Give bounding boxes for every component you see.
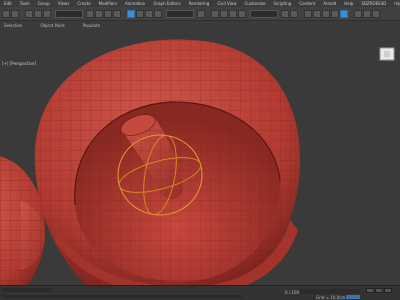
- time-slider-label: 0 / 100: [285, 290, 300, 295]
- angle-snap-icon[interactable]: [220, 9, 228, 18]
- ribbon-tab-selection[interactable]: Selection: [4, 23, 22, 28]
- play-forward-icon[interactable]: [384, 288, 392, 293]
- menu-modifiers[interactable]: Modifiers: [95, 1, 121, 6]
- menu-sdzroee4d[interactable]: SDZROEE4D: [357, 1, 390, 6]
- maxscript-listener[interactable]: [2, 288, 52, 292]
- schematic-icon[interactable]: [331, 9, 339, 18]
- play-back-icon[interactable]: [366, 288, 374, 293]
- snap-icon[interactable]: [211, 9, 219, 18]
- menu-create[interactable]: Create: [73, 1, 94, 6]
- bind-icon[interactable]: [43, 9, 51, 18]
- menu-content[interactable]: Content: [295, 1, 319, 6]
- layer-icon[interactable]: [304, 9, 312, 18]
- time-slider-track[interactable]: [2, 295, 242, 298]
- redo-icon[interactable]: [11, 9, 19, 18]
- perspective-viewport[interactable]: [+] [Perspective]: [0, 30, 400, 285]
- rotate-icon[interactable]: [136, 9, 144, 18]
- menu-customize[interactable]: Customize: [241, 1, 270, 6]
- mirror-icon[interactable]: [281, 9, 289, 18]
- menu-help[interactable]: Help: [340, 1, 357, 6]
- menu-rendering[interactable]: Rendering: [185, 1, 213, 6]
- add-time-tag-button[interactable]: [346, 295, 360, 299]
- grid-label: Grid = 10.0cm: [316, 295, 346, 300]
- graphite-icon[interactable]: [313, 9, 321, 18]
- viewport-label[interactable]: [+] [Perspective]: [2, 61, 36, 66]
- place-icon[interactable]: [154, 9, 162, 18]
- pivot-icon[interactable]: [197, 9, 205, 18]
- main-toolbar: [0, 7, 400, 21]
- link-icon[interactable]: [25, 9, 33, 18]
- render-setup-icon[interactable]: [354, 9, 362, 18]
- unlink-icon[interactable]: [34, 9, 42, 18]
- undo-icon[interactable]: [2, 9, 10, 18]
- menu-bar: Edit Tools Group Views Create Modifiers …: [0, 0, 400, 7]
- percent-snap-icon[interactable]: [229, 9, 237, 18]
- scale-icon[interactable]: [145, 9, 153, 18]
- menu-arnold[interactable]: Arnold: [319, 1, 340, 6]
- menu-scripting[interactable]: Scripting: [270, 1, 296, 6]
- render-frame-icon[interactable]: [363, 9, 371, 18]
- named-selection-dropdown[interactable]: [250, 9, 278, 18]
- viewcube-icon[interactable]: [379, 47, 395, 61]
- menu-civil-view[interactable]: Civil View: [213, 1, 240, 6]
- move-icon[interactable]: [127, 9, 135, 18]
- menu-tools[interactable]: Tools: [16, 1, 34, 6]
- play-icon[interactable]: [375, 288, 383, 293]
- curve-editor-icon[interactable]: [322, 9, 330, 18]
- selection-filter-dropdown[interactable]: [55, 9, 83, 18]
- menu-views[interactable]: Views: [54, 1, 74, 6]
- status-bar: 0 / 100 Grid = 10.0cm: [0, 285, 400, 300]
- ribbon-tab-object-paint[interactable]: Object Paint: [40, 23, 64, 28]
- coordinate-display[interactable]: [300, 289, 360, 294]
- menu-graph-editors[interactable]: Graph Editors: [149, 1, 184, 6]
- ribbon-tab-populate[interactable]: Populate: [83, 23, 100, 28]
- ribbon-tabs: Selection Object Paint Populate: [0, 21, 400, 30]
- viewport-scene: [0, 39, 395, 285]
- select-by-name-icon[interactable]: [95, 9, 103, 18]
- select-icon[interactable]: [86, 9, 94, 18]
- menu-animation[interactable]: Animation: [121, 1, 149, 6]
- align-icon[interactable]: [290, 9, 298, 18]
- spinner-snap-icon[interactable]: [238, 9, 246, 18]
- menu-mjultools[interactable]: mjulTools: [390, 1, 400, 6]
- render-icon[interactable]: [372, 9, 380, 18]
- rect-select-icon[interactable]: [104, 9, 112, 18]
- menu-group[interactable]: Group: [34, 1, 54, 6]
- menu-edit[interactable]: Edit: [0, 1, 16, 6]
- window-crossing-icon[interactable]: [113, 9, 121, 18]
- reference-coord-dropdown[interactable]: [166, 9, 194, 18]
- material-editor-icon[interactable]: [340, 9, 348, 18]
